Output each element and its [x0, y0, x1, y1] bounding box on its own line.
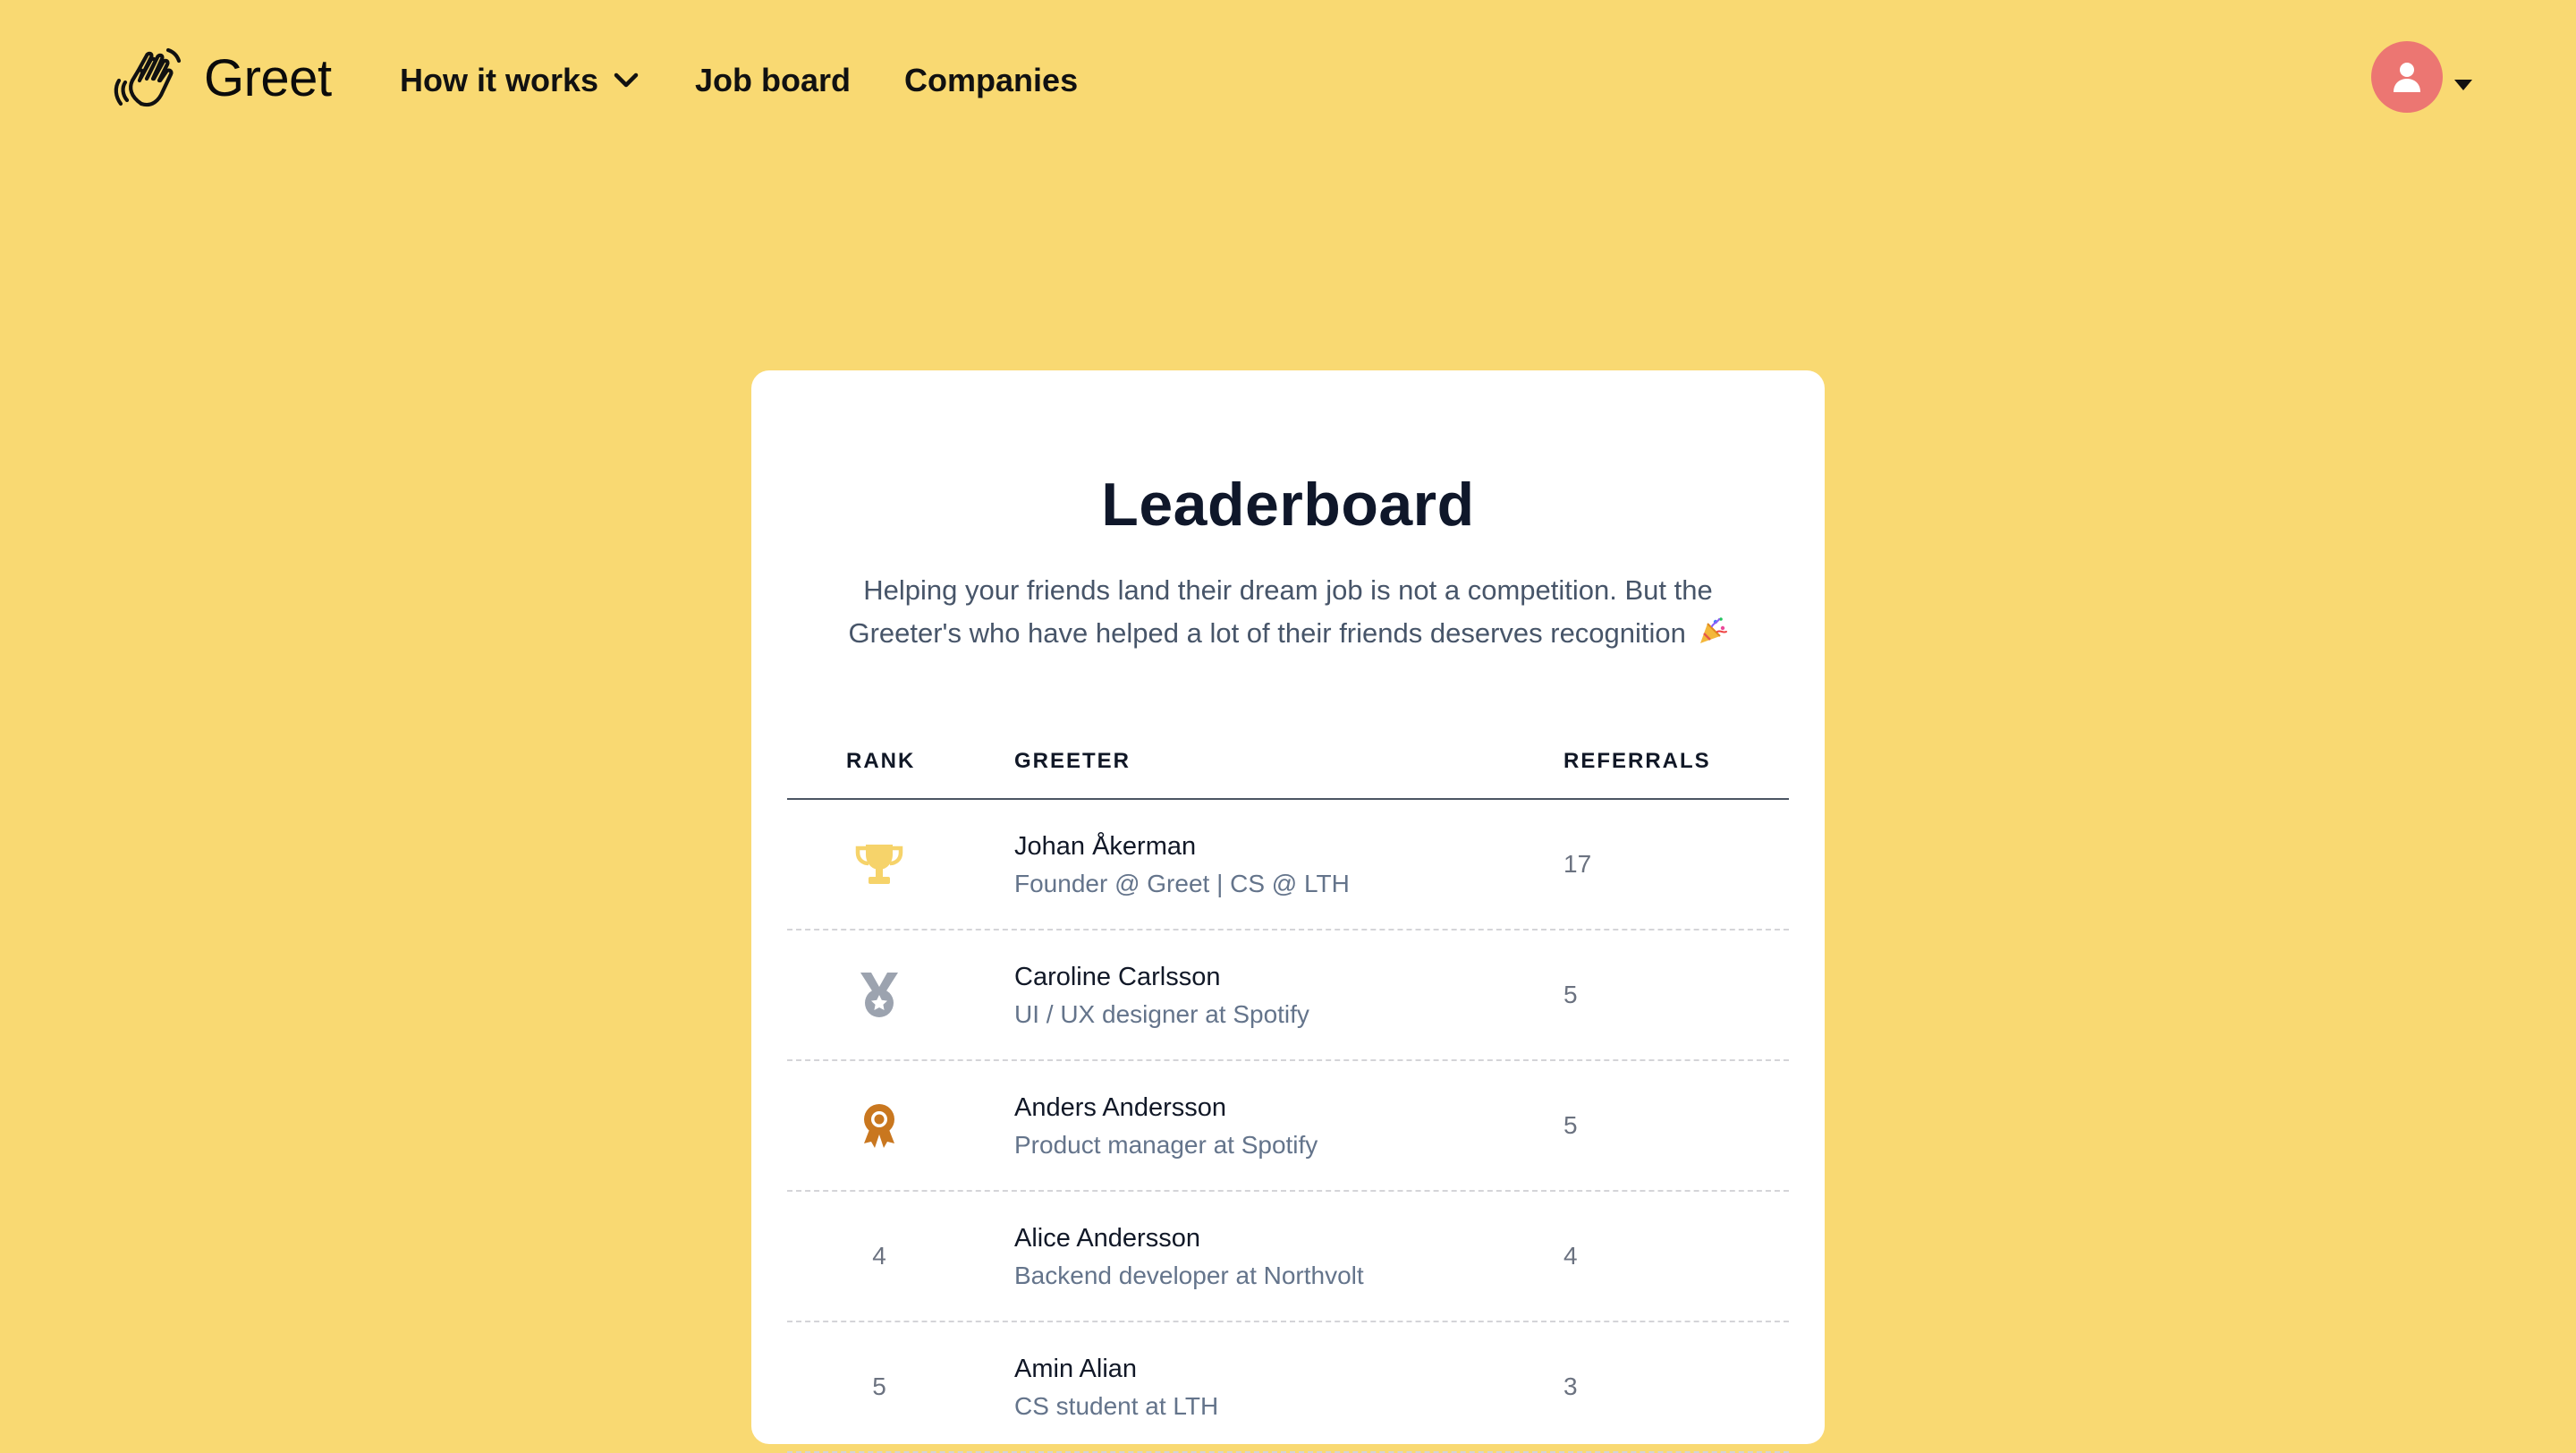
table-row: 4 Alice Andersson Backend developer at N…: [787, 1192, 1789, 1322]
greeter-title: Founder @ Greet | CS @ LTH: [1014, 870, 1350, 897]
table-row: Anders Andersson Product manager at Spot…: [787, 1061, 1789, 1192]
referrals-count: 5: [1563, 981, 1578, 1008]
greeter-cell: Caroline Carlsson UI / UX designer at Sp…: [1014, 961, 1309, 1031]
avatar: [2371, 41, 2443, 113]
leaderboard-card: Leaderboard Helping your friends land th…: [751, 370, 1825, 1453]
trophy-icon: [855, 845, 903, 884]
greeter-name: Caroline Carlsson: [1014, 963, 1221, 991]
greeter-title: Product manager at Spotify: [1014, 1131, 1318, 1159]
main-nav: How it works Job board Companies: [400, 64, 1078, 97]
column-header-rank: RANK: [846, 749, 916, 773]
rank-cell: [787, 930, 971, 1059]
greeter-cell: Alice Andersson Backend developer at Nor…: [1014, 1222, 1364, 1292]
award-ribbon-icon: [864, 1104, 894, 1148]
greeter-name: Alice Andersson: [1014, 1224, 1200, 1253]
rank-cell: [787, 1061, 971, 1190]
greeter-cell: Amin Alian CS student at LTH: [1014, 1353, 1218, 1423]
rank-cell: [787, 800, 971, 929]
table-row: Johan Åkerman Founder @ Greet | CS @ LTH…: [787, 800, 1789, 930]
party-popper-icon: [1699, 617, 1727, 643]
rank-number: 4: [872, 1242, 886, 1270]
subtitle-text: Helping your friends land their dream jo…: [848, 574, 1713, 649]
user-menu-button[interactable]: [2371, 41, 2473, 113]
referrals-count: 5: [1563, 1111, 1578, 1139]
nav-how-it-works[interactable]: How it works: [400, 64, 640, 97]
greeter-name: Anders Andersson: [1014, 1093, 1226, 1122]
referrals-count: 17: [1563, 850, 1592, 878]
greeter-name: Johan Åkerman: [1014, 832, 1197, 861]
greeter-title: Backend developer at Northvolt: [1014, 1262, 1364, 1289]
greeter-cell: Anders Andersson Product manager at Spot…: [1014, 1092, 1318, 1161]
caret-down-icon: [2454, 80, 2472, 90]
rank-number: 5: [872, 1372, 886, 1400]
page-subtitle: Helping your friends land their dream jo…: [805, 569, 1771, 655]
brand-name: Greet: [204, 49, 332, 107]
nav-job-board-label: Job board: [695, 62, 852, 98]
nav-how-it-works-label: How it works: [400, 62, 599, 98]
greeter-title: UI / UX designer at Spotify: [1014, 1000, 1309, 1028]
home-logo-link[interactable]: Greet: [111, 41, 332, 116]
nav-companies[interactable]: Companies: [904, 64, 1078, 97]
greeter-title: CS student at LTH: [1014, 1392, 1219, 1420]
leaderboard-table: RANK GREETER REFERRALS Johan Åkerman Fou…: [787, 725, 1789, 1453]
site-header: Greet How it works Job board Companies: [0, 0, 2576, 175]
table-row: Caroline Carlsson UI / UX designer at Sp…: [787, 930, 1789, 1061]
table-row: 5 Amin Alian CS student at LTH 3: [787, 1322, 1789, 1453]
referrals-count: 3: [1563, 1372, 1578, 1400]
greeter-name: Amin Alian: [1014, 1355, 1138, 1383]
column-header-greeter: GREETER: [1014, 749, 1131, 773]
medal-icon: [860, 973, 898, 1017]
greeter-cell: Johan Åkerman Founder @ Greet | CS @ LTH: [1014, 830, 1350, 900]
chevron-down-icon: [614, 72, 639, 88]
waving-hand-icon: [114, 47, 182, 107]
table-header: RANK GREETER REFERRALS: [787, 725, 1789, 800]
nav-companies-label: Companies: [904, 62, 1079, 98]
referrals-count: 4: [1563, 1242, 1578, 1270]
user-icon: [2394, 63, 2420, 92]
page-title: Leaderboard: [1101, 471, 1475, 539]
column-header-referrals: REFERRALS: [1563, 749, 1711, 773]
nav-job-board[interactable]: Job board: [695, 64, 851, 97]
